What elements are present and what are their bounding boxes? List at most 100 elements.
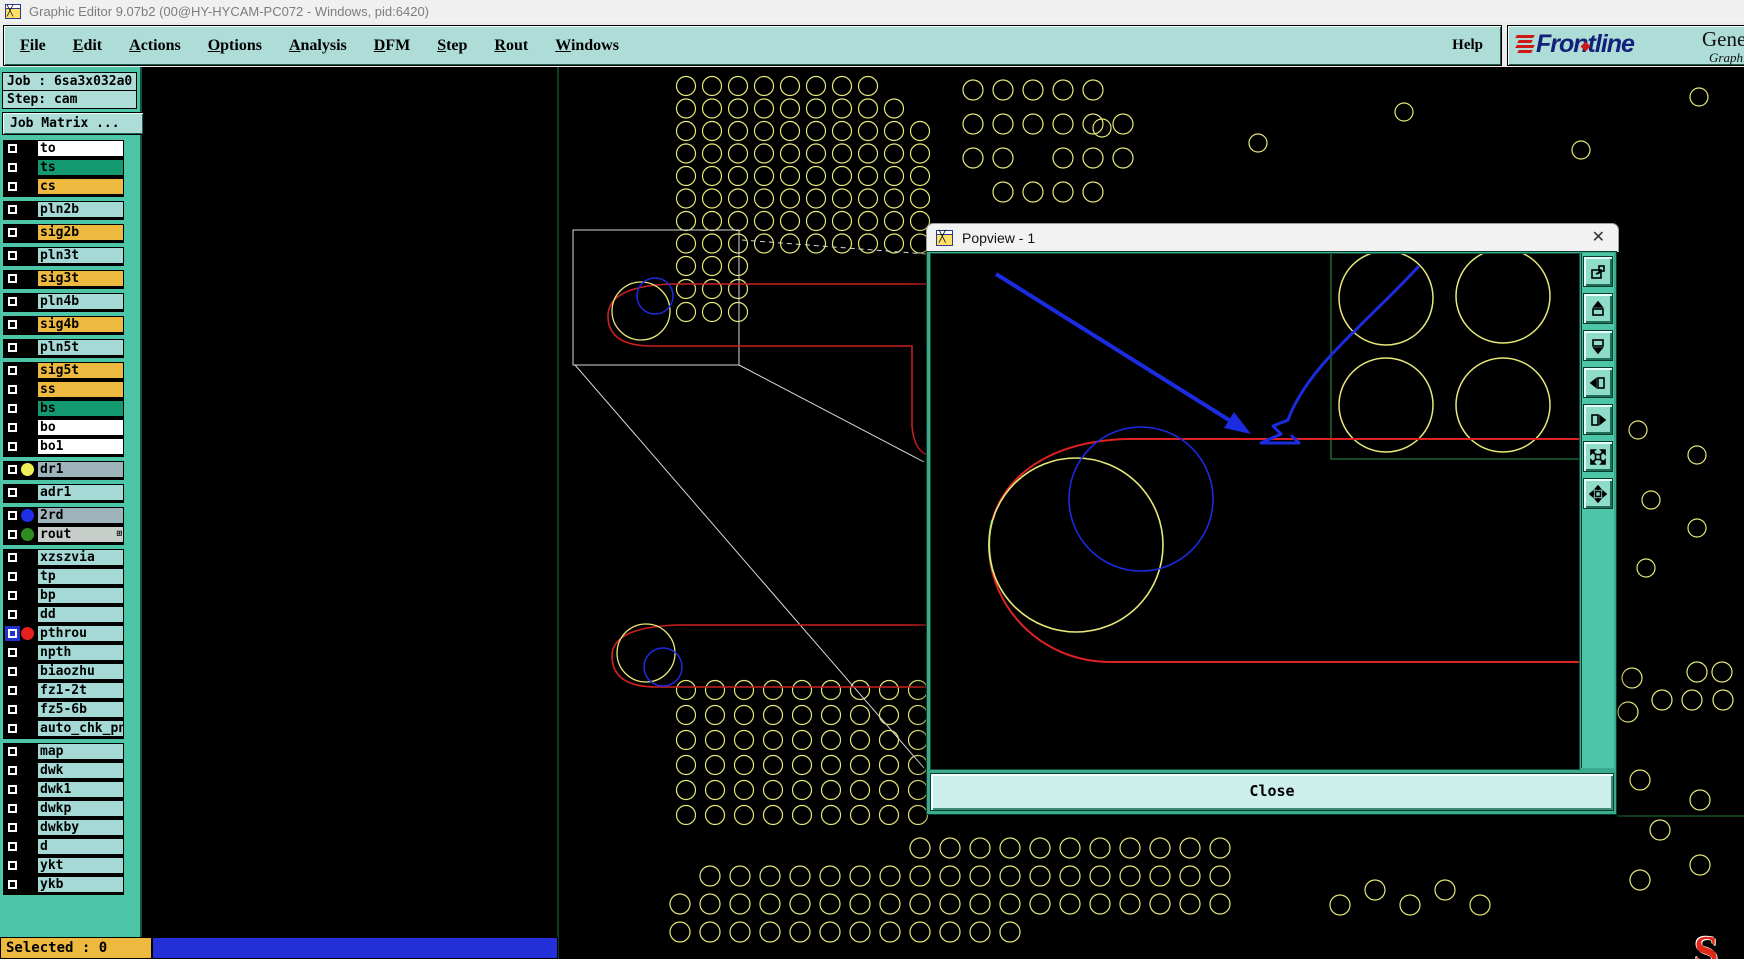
layer-name-chip[interactable]: ykb — [37, 877, 123, 892]
pan-right-button[interactable] — [1583, 404, 1613, 435]
layer-name-chip[interactable]: d — [37, 839, 123, 854]
layer-visibility-checkbox[interactable] — [5, 744, 20, 759]
layer-visibility-checkbox[interactable] — [5, 271, 20, 286]
layer-visibility-checkbox[interactable] — [5, 569, 20, 584]
layer-name-chip[interactable]: dwk — [37, 763, 123, 778]
layer-row-fz1-2t[interactable]: fz1-2t — [3, 682, 124, 701]
menu-options[interactable]: Options — [208, 37, 262, 55]
layer-name-chip[interactable]: to — [37, 141, 123, 156]
layer-name-chip[interactable]: dwk1 — [37, 782, 123, 797]
layer-row-pln5t[interactable]: pln5t — [3, 339, 124, 358]
layer-name-chip[interactable]: npth — [37, 645, 123, 660]
help-menu[interactable]: Help — [1452, 37, 1483, 54]
job-matrix-button[interactable]: Job Matrix ... — [2, 112, 144, 135]
layer-row-dr1[interactable]: dr1 — [3, 461, 124, 480]
layer-visibility-checkbox[interactable] — [5, 202, 20, 217]
detach-view-button[interactable] — [1583, 256, 1613, 287]
layer-name-chip[interactable]: pln2b — [37, 202, 123, 217]
layer-visibility-checkbox[interactable] — [5, 588, 20, 603]
popview-close-icon[interactable]: ✕ — [1592, 230, 1605, 246]
layer-name-chip[interactable]: sig3t — [37, 271, 123, 286]
layer-name-chip[interactable]: dwkby — [37, 820, 123, 835]
layer-visibility-checkbox[interactable] — [5, 401, 20, 416]
layer-visibility-checkbox[interactable] — [5, 141, 20, 156]
layer-row-sig3t[interactable]: sig3t — [3, 270, 124, 289]
menu-analysis[interactable]: Analysis — [289, 37, 347, 55]
layer-name-chip[interactable]: 2rd — [37, 508, 123, 523]
layer-row-dwk1[interactable]: dwk1 — [3, 781, 124, 800]
layer-row-cs[interactable]: cs — [3, 178, 124, 197]
layer-name-chip[interactable]: ts — [37, 160, 123, 175]
layer-name-chip[interactable]: map — [37, 744, 123, 759]
layer-visibility-checkbox[interactable] — [5, 363, 20, 378]
layer-visibility-checkbox[interactable] — [5, 782, 20, 797]
layer-row-to[interactable]: to — [3, 140, 124, 159]
layer-name-chip[interactable]: adr1 — [37, 485, 123, 500]
layer-name-chip[interactable]: ykt — [37, 858, 123, 873]
popview-canvas[interactable] — [930, 253, 1580, 770]
layer-name-chip[interactable]: auto_chk_pn1 — [37, 721, 123, 736]
layer-visibility-checkbox[interactable] — [5, 702, 20, 717]
layer-name-chip[interactable]: sig4b — [37, 317, 123, 332]
layer-name-chip[interactable]: tp — [37, 569, 123, 584]
layer-row-2rd[interactable]: 2rd — [3, 507, 124, 526]
menu-windows[interactable]: Windows — [555, 37, 619, 55]
layer-name-chip[interactable]: rout ⊞ — [37, 527, 123, 542]
layer-visibility-checkbox[interactable] — [5, 550, 20, 565]
layer-name-chip[interactable]: dr1 — [37, 462, 123, 477]
layer-visibility-checkbox[interactable] — [5, 294, 20, 309]
layer-row-map[interactable]: map — [3, 743, 124, 762]
layer-visibility-checkbox[interactable] — [5, 763, 20, 778]
layer-visibility-checkbox[interactable] — [5, 179, 20, 194]
layer-row-adr1[interactable]: adr1 — [3, 484, 124, 503]
layer-visibility-checkbox[interactable] — [5, 683, 20, 698]
layer-row-bp[interactable]: bp — [3, 587, 124, 606]
layer-row-pln3t[interactable]: pln3t — [3, 247, 124, 266]
layer-row-ykt[interactable]: ykt — [3, 857, 124, 876]
menu-rout[interactable]: Rout — [494, 37, 528, 55]
layer-row-d[interactable]: d — [3, 838, 124, 857]
center-view-button[interactable] — [1583, 478, 1613, 509]
layer-name-chip[interactable]: fz5-6b — [37, 702, 123, 717]
layer-name-chip[interactable]: pthrou — [37, 626, 123, 641]
layer-visibility-checkbox[interactable] — [5, 439, 20, 454]
layer-visibility-checkbox[interactable] — [5, 645, 20, 660]
layer-name-chip[interactable]: ss — [37, 382, 123, 397]
menu-file[interactable]: File — [20, 37, 46, 55]
layer-visibility-checkbox[interactable] — [5, 485, 20, 500]
layer-row-dwkby[interactable]: dwkby — [3, 819, 124, 838]
layer-name-chip[interactable]: biaozhu — [37, 664, 123, 679]
layer-name-chip[interactable]: bo — [37, 420, 123, 435]
layer-row-dwkp[interactable]: dwkp — [3, 800, 124, 819]
layer-visibility-checkbox[interactable] — [5, 462, 20, 477]
layer-visibility-checkbox[interactable] — [5, 858, 20, 873]
layer-row-bo1[interactable]: bo1 — [3, 438, 124, 457]
layer-name-chip[interactable]: cs — [37, 179, 123, 194]
layer-visibility-checkbox[interactable] — [5, 820, 20, 835]
layer-row-bs[interactable]: bs — [3, 400, 124, 419]
layer-row-ss[interactable]: ss — [3, 381, 124, 400]
layer-row-xzszvia[interactable]: xzszvia — [3, 549, 124, 568]
layer-visibility-checkbox[interactable] — [5, 721, 20, 736]
layer-row-sig2b[interactable]: sig2b — [3, 224, 124, 243]
layer-visibility-checkbox[interactable] — [5, 839, 20, 854]
layer-name-chip[interactable]: bo1 — [37, 439, 123, 454]
layer-row-sig4b[interactable]: sig4b — [3, 316, 124, 335]
layer-row-rout[interactable]: rout ⊞ — [3, 526, 124, 545]
layer-visibility-checkbox[interactable] — [5, 664, 20, 679]
layer-row-tp[interactable]: tp — [3, 568, 124, 587]
layer-row-pthrou[interactable]: pthrou — [3, 625, 124, 644]
layer-visibility-checkbox[interactable] — [5, 877, 20, 892]
layer-name-chip[interactable]: bp — [37, 588, 123, 603]
zoom-fit-button[interactable] — [1583, 441, 1613, 472]
pan-left-button[interactable] — [1583, 367, 1613, 398]
layer-row-biaozhu[interactable]: biaozhu — [3, 663, 124, 682]
layer-name-chip[interactable]: xzszvia — [37, 550, 123, 565]
layer-name-chip[interactable]: dd — [37, 607, 123, 622]
menu-step[interactable]: Step — [437, 37, 467, 55]
layer-row-sig5t[interactable]: sig5t — [3, 362, 124, 381]
layer-visibility-checkbox[interactable] — [5, 801, 20, 816]
layer-visibility-checkbox[interactable] — [5, 527, 20, 542]
layer-row-dd[interactable]: dd — [3, 606, 124, 625]
layer-visibility-checkbox[interactable] — [5, 225, 20, 240]
